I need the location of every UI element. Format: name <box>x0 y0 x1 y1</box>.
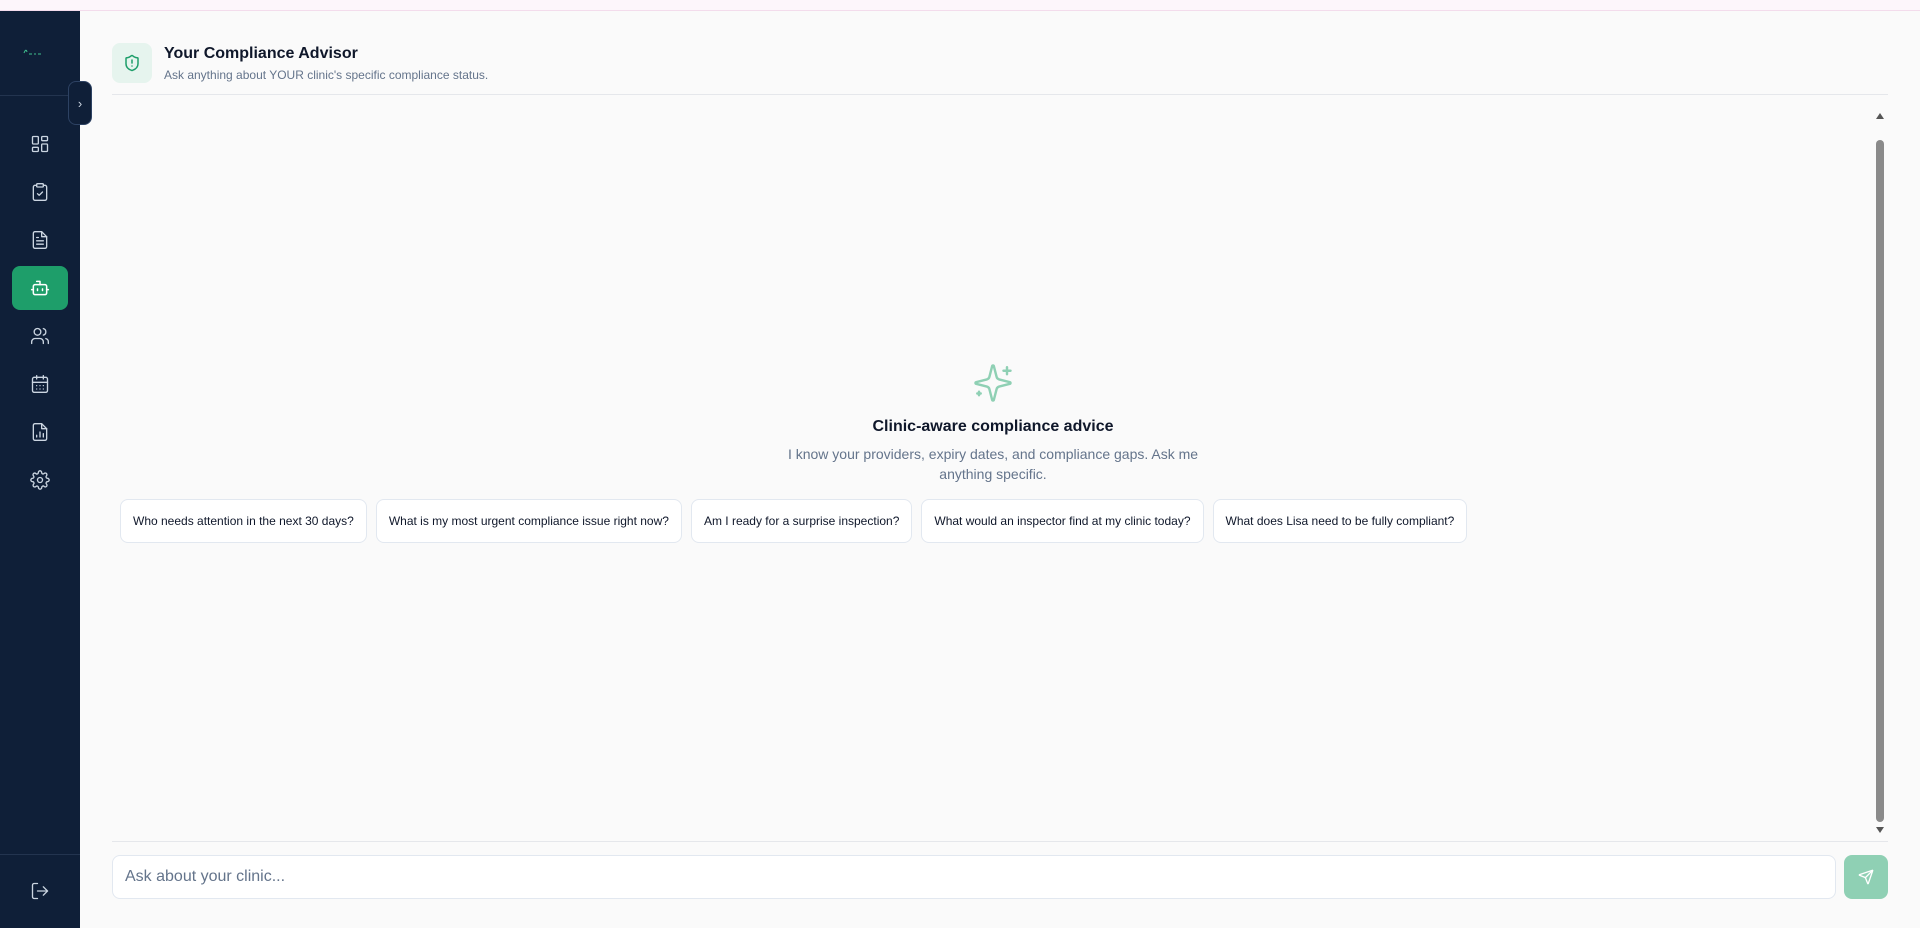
scroll-down-arrow-icon[interactable] <box>1875 826 1885 834</box>
sidebar-item-calendar[interactable] <box>12 362 68 406</box>
shield-alert-icon <box>125 54 139 72</box>
sidebar-item-checklist[interactable] <box>12 170 68 214</box>
sidebar-divider-bottom <box>0 854 80 855</box>
scrollbar-thumb[interactable] <box>1876 140 1884 822</box>
sidebar-item-dashboard[interactable] <box>12 122 68 166</box>
sidebar <box>0 11 80 928</box>
sparkles-icon <box>974 364 1012 402</box>
send-button[interactable] <box>1844 855 1888 899</box>
suggestion-chip[interactable]: Who needs attention in the next 30 days? <box>120 499 367 543</box>
suggestion-list: Who needs attention in the next 30 days?… <box>120 499 1468 543</box>
empty-state-description: I know your providers, expiry dates, and… <box>787 446 1199 482</box>
sidebar-item-team[interactable] <box>12 314 68 358</box>
input-divider <box>112 841 1888 842</box>
logout-button[interactable] <box>12 869 68 913</box>
sidebar-item-settings[interactable] <box>12 458 68 502</box>
file-chart-icon <box>32 423 48 441</box>
page-title: Your Compliance Advisor <box>164 45 358 62</box>
send-icon <box>1858 869 1874 885</box>
header-divider <box>112 94 1888 95</box>
suggestion-chip[interactable]: What would an inspector find at my clini… <box>921 499 1204 543</box>
suggestion-chip[interactable]: What does Lisa need to be fully complian… <box>1212 499 1468 543</box>
top-accent-line <box>0 0 1920 11</box>
gear-icon <box>30 470 50 490</box>
empty-state-title: Clinic-aware compliance advice <box>872 418 1114 435</box>
page-subtitle: Ask anything about YOUR clinic's specifi… <box>164 68 489 82</box>
calendar-icon <box>31 375 49 393</box>
sidebar-item-documents[interactable] <box>12 218 68 262</box>
sidebar-item-advisor[interactable] <box>12 266 68 310</box>
layout-grid-icon <box>31 135 49 153</box>
suggestion-chip[interactable]: What is my most urgent compliance issue … <box>375 499 682 543</box>
clipboard-check-icon <box>32 183 48 201</box>
sidebar-collapse-button[interactable]: › <box>68 81 92 125</box>
suggestion-chip[interactable]: Am I ready for a surprise inspection? <box>690 499 913 543</box>
users-icon <box>31 327 49 345</box>
header-icon-badge <box>112 43 152 83</box>
sidebar-item-reports[interactable] <box>12 410 68 454</box>
scroll-up-arrow-icon[interactable] <box>1875 112 1885 120</box>
logo-icon <box>23 49 41 55</box>
chat-input[interactable] <box>112 855 1836 899</box>
chevron-right-icon: › <box>77 95 83 111</box>
bot-icon <box>30 280 50 296</box>
file-text-icon <box>32 231 48 249</box>
log-out-icon <box>31 882 49 900</box>
